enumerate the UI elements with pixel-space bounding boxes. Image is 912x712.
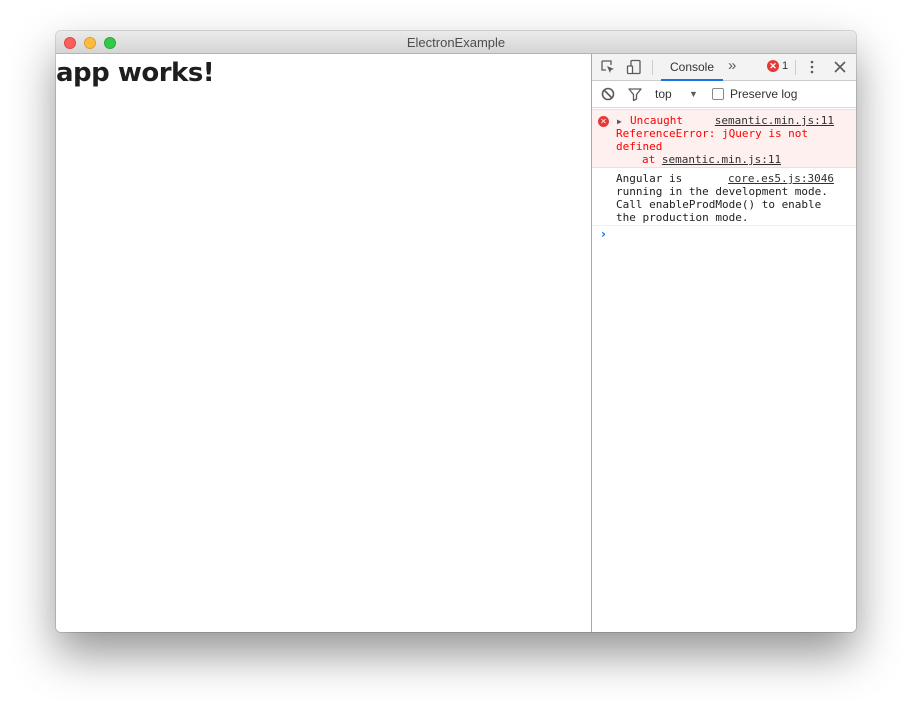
error-source-link[interactable]: semantic.min.js:11	[715, 114, 834, 127]
preserve-log-checkbox[interactable]	[712, 88, 724, 100]
app-content: app works!	[56, 54, 591, 632]
tab-console-label: Console	[669, 60, 715, 74]
filter-icon[interactable]	[627, 86, 643, 102]
app-heading: app works!	[56, 58, 215, 88]
console-log-message: Angular is core.es5.js:3046 running in t…	[592, 169, 856, 226]
preserve-log-label[interactable]: Preserve log	[730, 87, 797, 101]
more-tabs-icon[interactable]: »	[728, 57, 736, 74]
error-stack-frame: at semantic.min.js:11	[642, 153, 781, 166]
clear-console-icon[interactable]	[600, 86, 616, 102]
error-badge-icon[interactable]: ✕	[767, 60, 779, 72]
devtools-panel: Console » ✕ 1 top ▼ Preserve log ✕ ▶ Unc…	[591, 54, 856, 632]
chevron-down-icon[interactable]: ▼	[689, 89, 698, 99]
stack-prefix: at	[642, 153, 662, 166]
console-prompt-icon[interactable]: ›	[601, 228, 606, 241]
console-error-message: ✕ ▶ Uncaught semantic.min.js:11 Referenc…	[592, 109, 856, 168]
tab-console[interactable]: Console	[661, 54, 723, 81]
inspect-element-icon[interactable]	[600, 59, 616, 75]
console-toolbar: top ▼ Preserve log	[592, 81, 856, 108]
context-selector[interactable]: top	[655, 87, 672, 101]
log-source-link[interactable]: core.es5.js:3046	[728, 172, 834, 185]
kebab-menu-icon[interactable]	[804, 59, 820, 75]
devtools-tab-bar: Console » ✕ 1	[592, 54, 856, 81]
log-first-line: Angular is	[616, 172, 683, 185]
app-window: ElectronExample app works! Console » ✕ 1	[56, 31, 856, 632]
title-bar[interactable]: ElectronExample	[56, 31, 856, 54]
error-headline: Uncaught	[630, 114, 683, 127]
stack-source-link[interactable]: semantic.min.js:11	[662, 153, 781, 166]
close-icon[interactable]	[832, 59, 848, 75]
toolbar-divider	[652, 60, 653, 75]
error-body: ReferenceError: jQuery is not defined	[616, 127, 809, 153]
log-body: running in the development mode. Call en…	[616, 185, 828, 224]
console-messages: ✕ ▶ Uncaught semantic.min.js:11 Referenc…	[592, 108, 856, 632]
device-toolbar-icon[interactable]	[626, 59, 642, 75]
error-icon: ✕	[598, 116, 609, 127]
error-count[interactable]: 1	[782, 60, 788, 72]
toolbar-divider	[795, 60, 796, 75]
window-title: ElectronExample	[406, 35, 506, 50]
